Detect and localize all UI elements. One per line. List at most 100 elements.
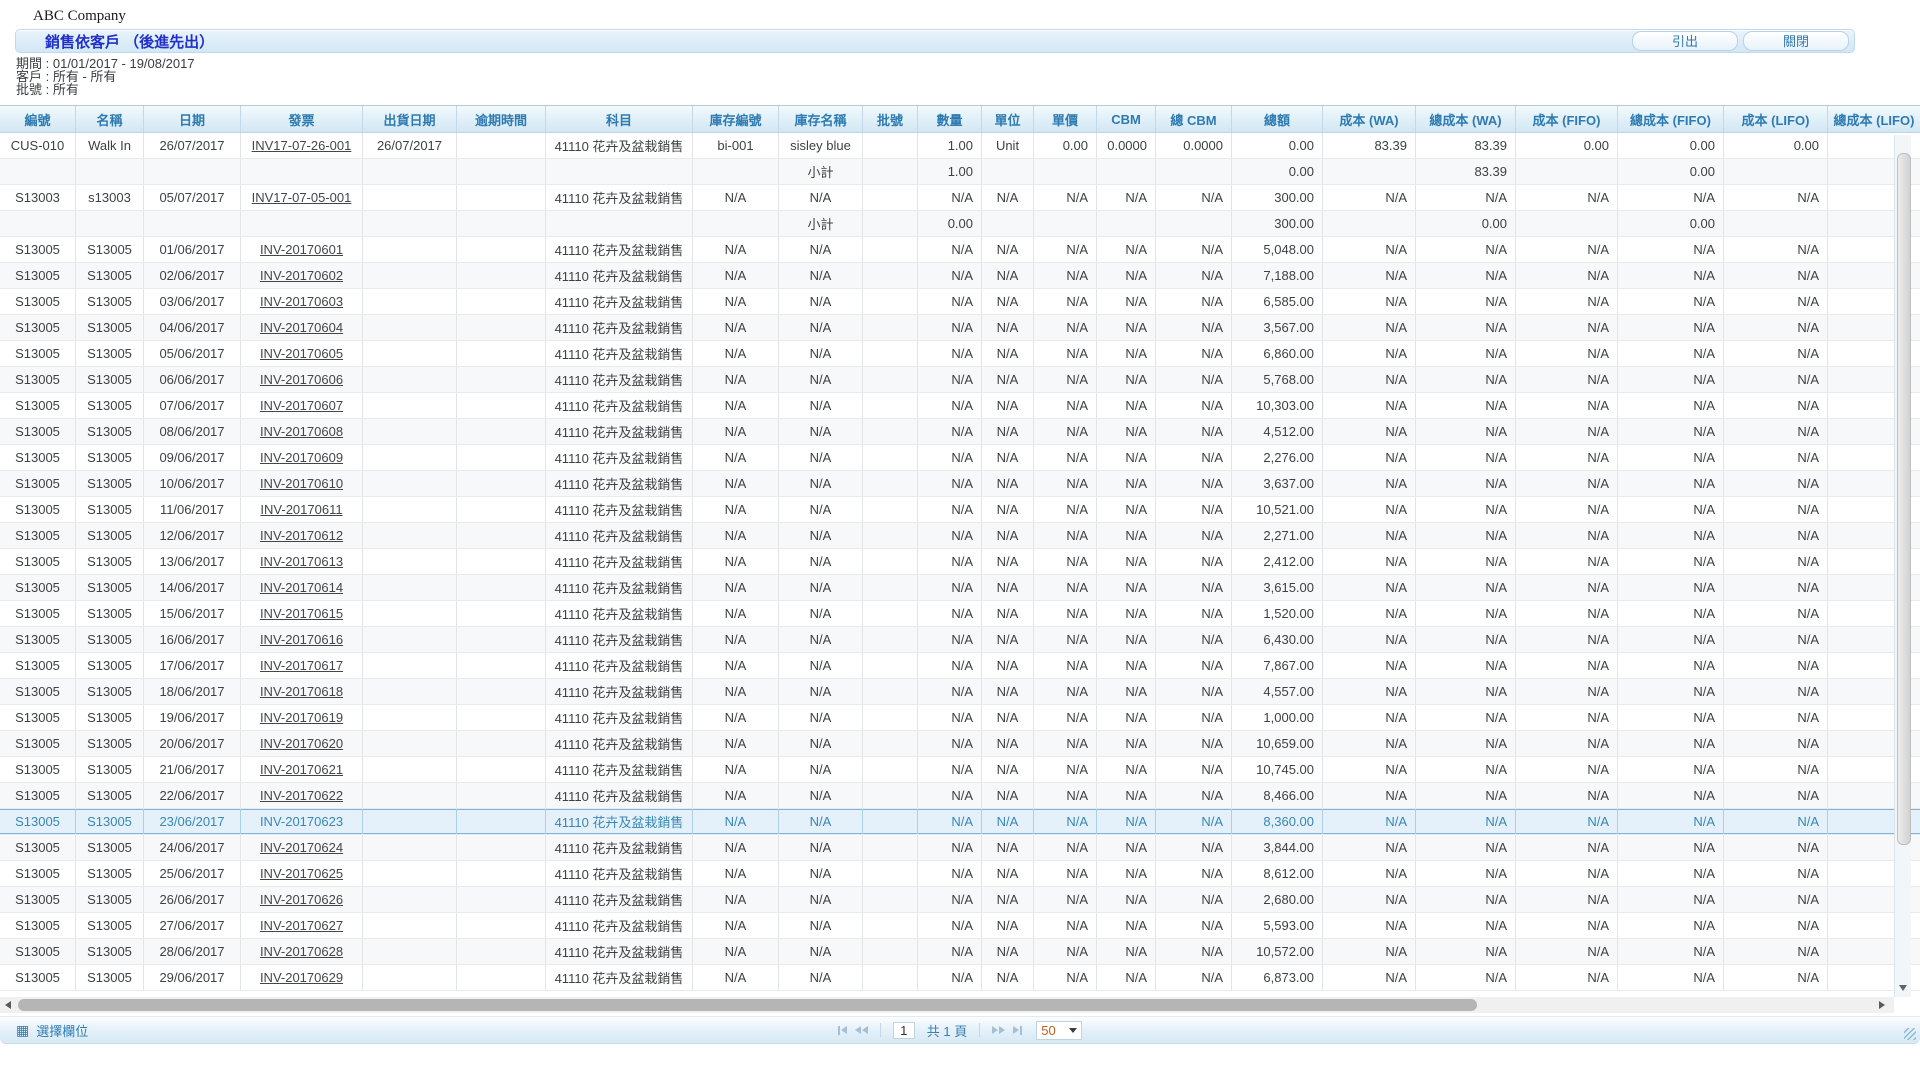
column-header-cbm[interactable]: CBM	[1097, 106, 1156, 132]
column-header-total[interactable]: 總額	[1232, 106, 1323, 132]
column-header-name[interactable]: 名稱	[76, 106, 144, 132]
next-page-button[interactable]	[992, 1026, 1005, 1034]
invoice-link[interactable]: INV-20170606	[260, 372, 343, 387]
invoice-link[interactable]: INV-20170627	[260, 918, 343, 933]
invoice-link[interactable]: INV-20170608	[260, 424, 343, 439]
horizontal-scrollbar-thumb[interactable]	[18, 999, 1477, 1011]
table-row[interactable]: S13005S1300508/06/2017INV-2017060841110 …	[0, 419, 1920, 445]
table-row[interactable]: CUS-010Walk In26/07/2017INV17-07-26-0012…	[0, 133, 1920, 159]
table-row[interactable]: S13005S1300516/06/2017INV-2017061641110 …	[0, 627, 1920, 653]
table-row[interactable]: S13005S1300512/06/2017INV-2017061241110 …	[0, 523, 1920, 549]
invoice-link[interactable]: INV-20170614	[260, 580, 343, 595]
column-header-stock-name[interactable]: 庫存名稱	[779, 106, 863, 132]
scroll-down-icon[interactable]	[1899, 985, 1907, 991]
column-header-id[interactable]: 編號	[0, 106, 76, 132]
table-row[interactable]: S13005S1300514/06/2017INV-2017061441110 …	[0, 575, 1920, 601]
subtotal-row[interactable]: 小計0.00300.000.000.00	[0, 211, 1920, 237]
column-header-qty[interactable]: 數量	[918, 106, 982, 132]
table-row[interactable]: S13005S1300518/06/2017INV-2017061841110 …	[0, 679, 1920, 705]
table-row[interactable]: S13005S1300521/06/2017INV-2017062141110 …	[0, 757, 1920, 783]
table-row[interactable]: S13005S1300515/06/2017INV-2017061541110 …	[0, 601, 1920, 627]
table-row[interactable]: S13005S1300529/06/2017INV-2017062941110 …	[0, 965, 1920, 991]
invoice-link[interactable]: INV-20170609	[260, 450, 343, 465]
invoice-link[interactable]: INV-20170604	[260, 320, 343, 335]
vertical-scrollbar[interactable]	[1894, 135, 1911, 997]
invoice-link[interactable]: INV17-07-05-001	[252, 190, 352, 205]
column-header-cost-wa[interactable]: 成本 (WA)	[1323, 106, 1416, 132]
scroll-left-icon[interactable]	[5, 1001, 11, 1009]
invoice-link[interactable]: INV-20170603	[260, 294, 343, 309]
table-row[interactable]: S13005S1300526/06/2017INV-2017062641110 …	[0, 887, 1920, 913]
table-row[interactable]: S13005S1300504/06/2017INV-2017060441110 …	[0, 315, 1920, 341]
column-header-batch[interactable]: 批號	[863, 106, 918, 132]
page-number-input[interactable]	[893, 1022, 915, 1039]
column-header-invoice[interactable]: 發票	[241, 106, 363, 132]
column-header-date[interactable]: 日期	[144, 106, 241, 132]
invoice-link[interactable]: INV-20170612	[260, 528, 343, 543]
table-row[interactable]: S13005S1300525/06/2017INV-2017062541110 …	[0, 861, 1920, 887]
invoice-link[interactable]: INV-20170605	[260, 346, 343, 361]
table-row[interactable]: S13005S1300511/06/2017INV-2017061141110 …	[0, 497, 1920, 523]
resize-grip-icon[interactable]	[1904, 1028, 1916, 1040]
table-row[interactable]: S13005S1300505/06/2017INV-2017060541110 …	[0, 341, 1920, 367]
table-row[interactable]: S13005S1300524/06/2017INV-2017062441110 …	[0, 835, 1920, 861]
invoice-link[interactable]: INV-20170624	[260, 840, 343, 855]
column-header-stock-id[interactable]: 庫存編號	[693, 106, 779, 132]
invoice-link[interactable]: INV-20170619	[260, 710, 343, 725]
column-header-account[interactable]: 科目	[546, 106, 693, 132]
invoice-link[interactable]: INV-20170620	[260, 736, 343, 751]
invoice-link[interactable]: INV-20170625	[260, 866, 343, 881]
invoice-link[interactable]: INV-20170618	[260, 684, 343, 699]
table-row[interactable]: S13005S1300507/06/2017INV-2017060741110 …	[0, 393, 1920, 419]
invoice-link[interactable]: INV-20170616	[260, 632, 343, 647]
last-page-button[interactable]	[1013, 1026, 1022, 1035]
invoice-link[interactable]: INV-20170626	[260, 892, 343, 907]
invoice-link[interactable]: INV-20170628	[260, 944, 343, 959]
invoice-link[interactable]: INV-20170611	[260, 502, 342, 517]
table-row[interactable]: S13005S1300527/06/2017INV-2017062741110 …	[0, 913, 1920, 939]
column-header-total-cost-wa[interactable]: 總成本 (WA)	[1416, 106, 1516, 132]
table-row[interactable]: S13005S1300523/06/2017INV-2017062341110 …	[0, 809, 1920, 835]
table-row[interactable]: S13003s1300305/07/2017INV17-07-05-001411…	[0, 185, 1920, 211]
table-row[interactable]: S13005S1300506/06/2017INV-2017060641110 …	[0, 367, 1920, 393]
table-row[interactable]: S13005S1300510/06/2017INV-2017061041110 …	[0, 471, 1920, 497]
invoice-link[interactable]: INV-20170607	[260, 398, 343, 413]
invoice-link[interactable]: INV17-07-26-001	[252, 138, 352, 153]
scroll-right-icon[interactable]	[1879, 1001, 1885, 1009]
column-header-cost-lifo[interactable]: 成本 (LIFO)	[1724, 106, 1828, 132]
table-row[interactable]: S13005S1300522/06/2017INV-2017062241110 …	[0, 783, 1920, 809]
first-page-button[interactable]	[838, 1026, 847, 1035]
horizontal-scrollbar[interactable]	[0, 997, 1894, 1013]
invoice-link[interactable]: INV-20170629	[260, 970, 343, 985]
table-row[interactable]: S13005S1300519/06/2017INV-2017061941110 …	[0, 705, 1920, 731]
vertical-scrollbar-thumb[interactable]	[1897, 153, 1911, 845]
column-header-cost-fifo[interactable]: 成本 (FIFO)	[1516, 106, 1618, 132]
invoice-link[interactable]: INV-20170613	[260, 554, 343, 569]
column-header-ship-date[interactable]: 出貨日期	[363, 106, 457, 132]
column-header-overdue-time[interactable]: 逾期時間	[457, 106, 546, 132]
table-row[interactable]: S13005S1300513/06/2017INV-2017061341110 …	[0, 549, 1920, 575]
invoice-link[interactable]: INV-20170602	[260, 268, 343, 283]
table-row[interactable]: S13005S1300517/06/2017INV-2017061741110 …	[0, 653, 1920, 679]
invoice-link[interactable]: INV-20170615	[260, 606, 343, 621]
page-size-select[interactable]: 50	[1036, 1021, 1082, 1040]
table-row[interactable]: S13005S1300501/06/2017INV-2017060141110 …	[0, 237, 1920, 263]
export-button[interactable]: 引出	[1632, 31, 1738, 51]
prev-page-button[interactable]	[855, 1026, 868, 1034]
table-row[interactable]: S13005S1300502/06/2017INV-2017060241110 …	[0, 263, 1920, 289]
invoice-link[interactable]: INV-20170621	[260, 762, 343, 777]
close-button[interactable]: 關閉	[1743, 31, 1849, 51]
column-header-total-cost-fifo[interactable]: 總成本 (FIFO)	[1618, 106, 1724, 132]
column-header-unit[interactable]: 單位	[982, 106, 1034, 132]
column-header-total-cost-lifo[interactable]: 總成本 (LIFO)	[1828, 106, 1920, 132]
table-row[interactable]: S13005S1300503/06/2017INV-2017060341110 …	[0, 289, 1920, 315]
invoice-link[interactable]: INV-20170623	[260, 814, 343, 829]
table-row[interactable]: S13005S1300509/06/2017INV-2017060941110 …	[0, 445, 1920, 471]
invoice-link[interactable]: INV-20170617	[260, 658, 343, 673]
table-row[interactable]: S13005S1300528/06/2017INV-2017062841110 …	[0, 939, 1920, 965]
table-row[interactable]: S13005S1300520/06/2017INV-2017062041110 …	[0, 731, 1920, 757]
column-header-total-cbm[interactable]: 總 CBM	[1156, 106, 1232, 132]
invoice-link[interactable]: INV-20170610	[260, 476, 343, 491]
column-header-unit-price[interactable]: 單價	[1034, 106, 1097, 132]
invoice-link[interactable]: INV-20170622	[260, 788, 343, 803]
